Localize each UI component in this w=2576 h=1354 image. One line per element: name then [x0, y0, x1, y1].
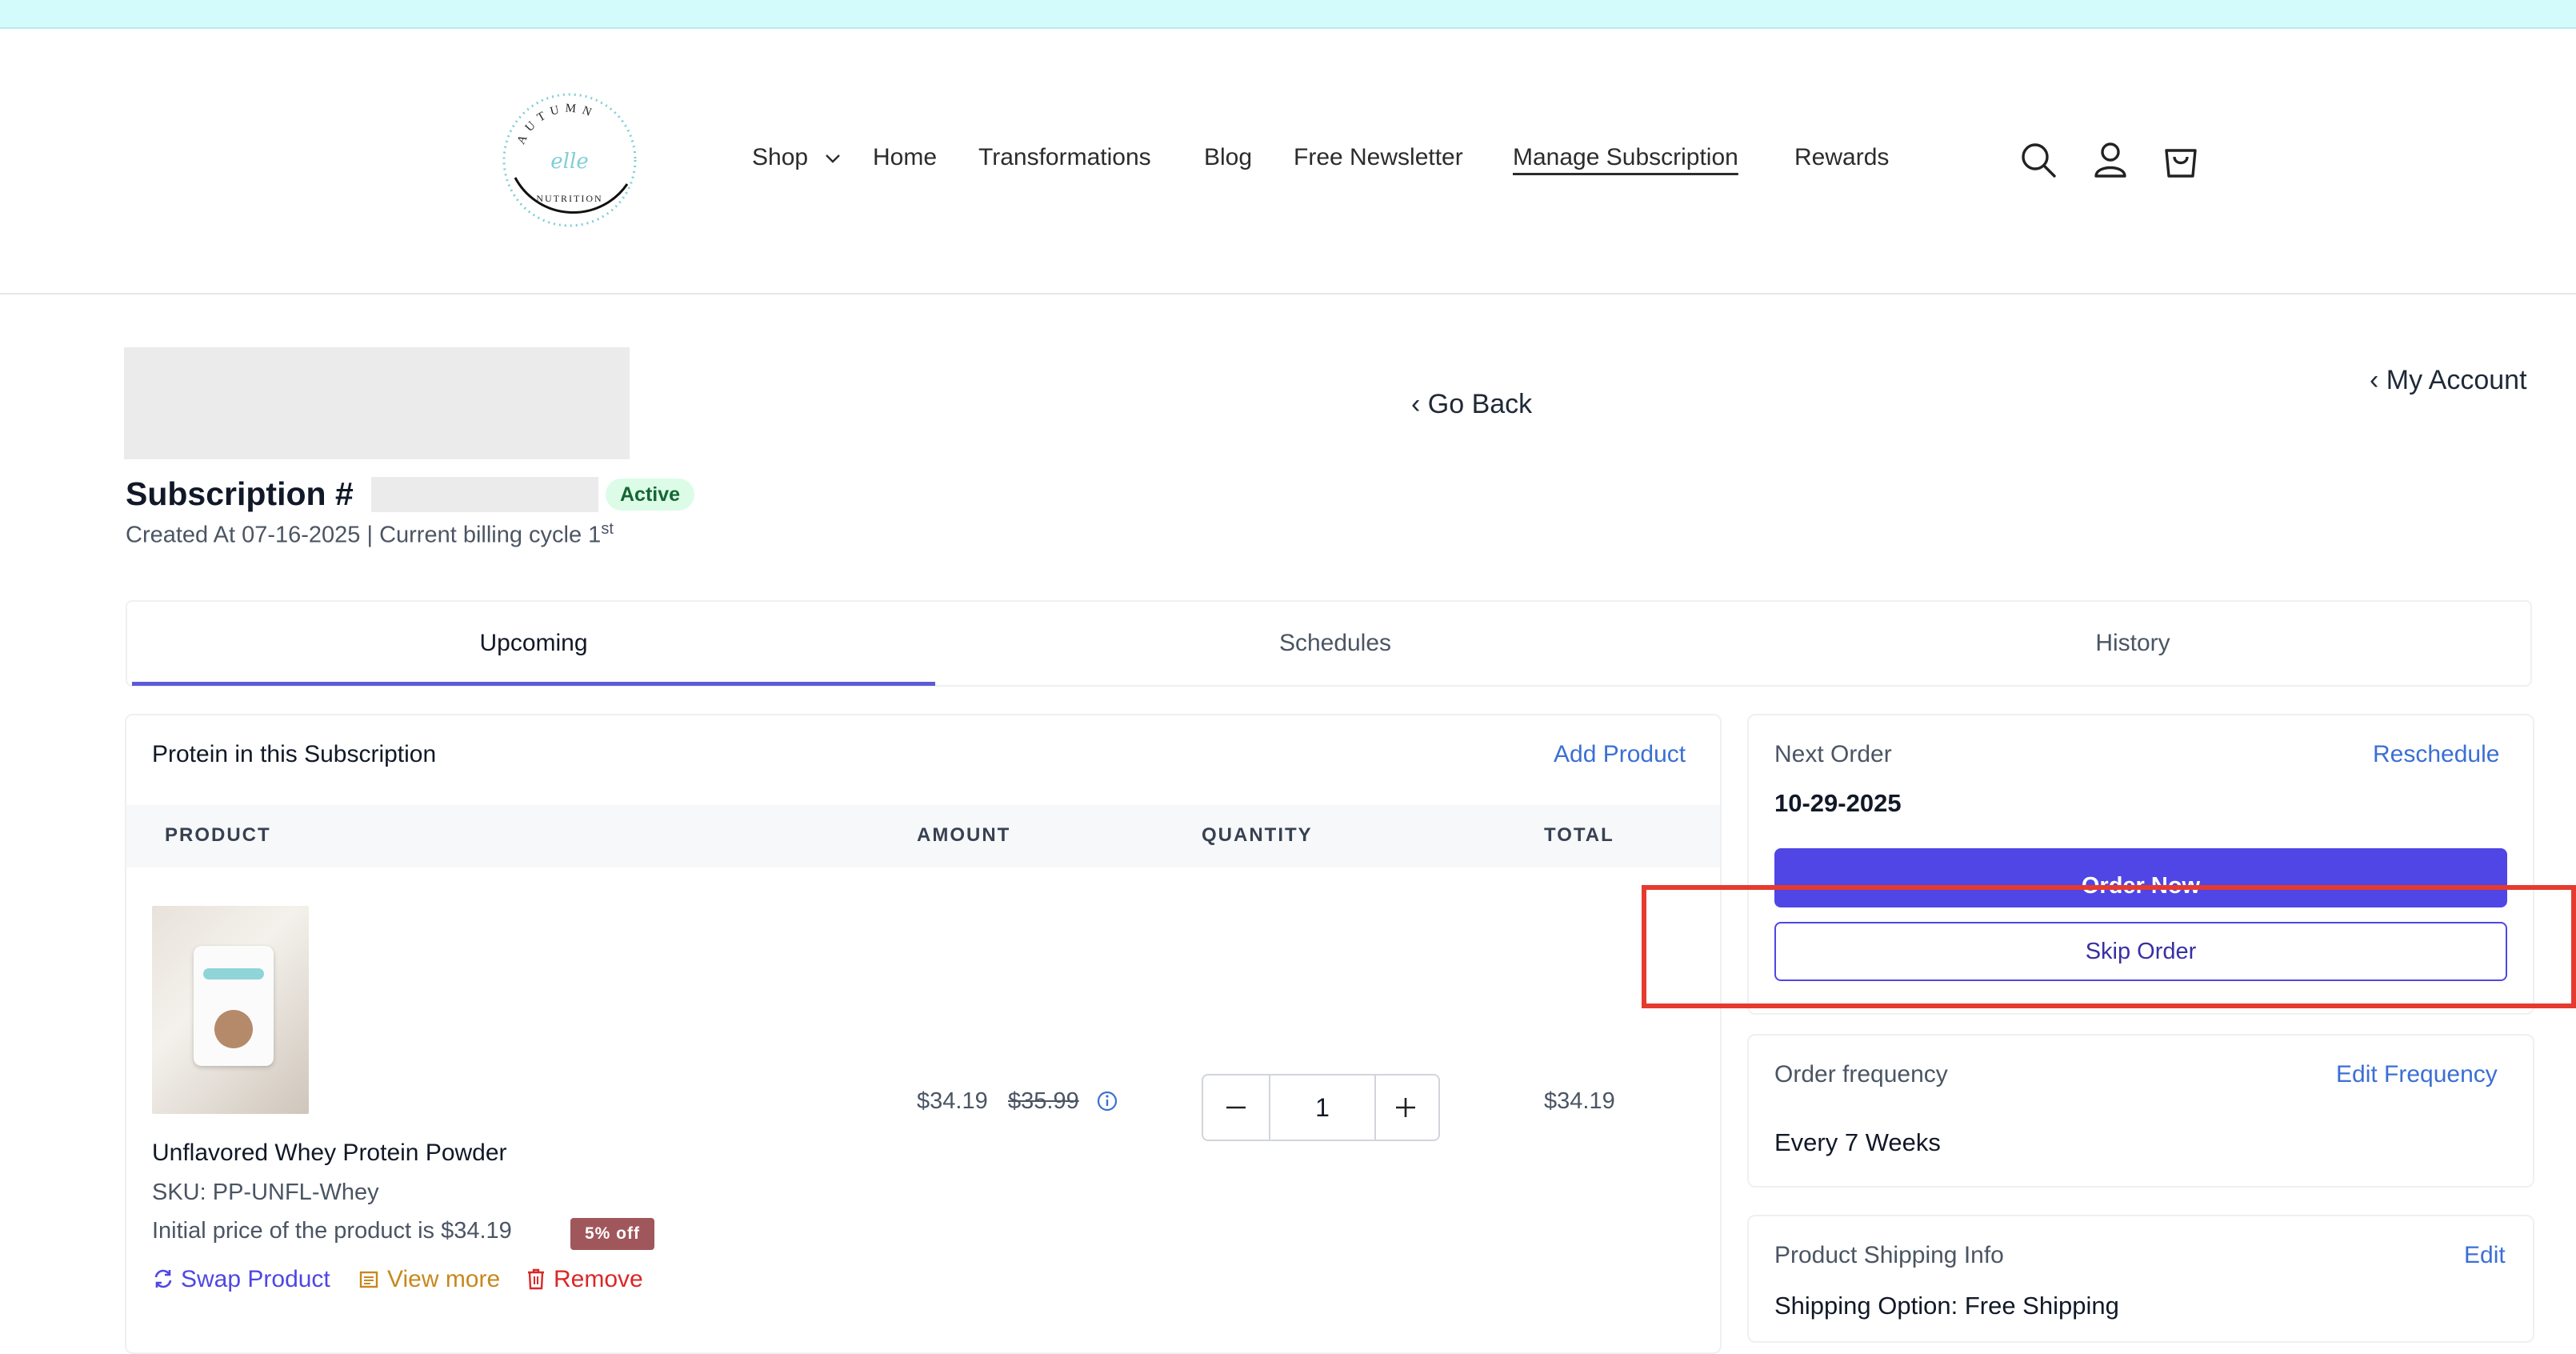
- quantity-input[interactable]: 1: [1269, 1076, 1376, 1140]
- frequency-value: Every 7 Weeks: [1774, 1128, 1941, 1156]
- minus-icon: [1226, 1106, 1246, 1109]
- trash-icon: [528, 1268, 544, 1290]
- search-button[interactable]: [2018, 139, 2059, 181]
- tab-history[interactable]: History: [1735, 602, 2530, 685]
- remove-label: Remove: [554, 1266, 643, 1292]
- go-back-link[interactable]: ‹ Go Back: [1411, 389, 1532, 420]
- tab-upcoming[interactable]: Upcoming: [132, 602, 935, 685]
- created-text: Created At 07-16-2025 | Current billing …: [126, 522, 602, 548]
- quantity-increase-button[interactable]: [1373, 1076, 1438, 1140]
- swap-product-button[interactable]: Swap Product: [152, 1266, 330, 1293]
- nav-manage-subscription[interactable]: Manage Subscription: [1513, 144, 1738, 171]
- user-icon: [2094, 142, 2126, 178]
- cart-button[interactable]: [2160, 139, 2202, 181]
- header-divider: [0, 293, 2576, 294]
- product-original-price: $35.99: [1008, 1088, 1079, 1114]
- column-quantity: QUANTITY: [1202, 824, 1313, 846]
- logo-script-text: elle: [550, 150, 588, 174]
- product-pouch: [194, 946, 274, 1066]
- quantity-stepper: 1: [1202, 1074, 1440, 1141]
- created-line: Created At 07-16-2025 | Current billing …: [126, 520, 614, 549]
- product-name: Unflavored Whey Protein Powder: [152, 1140, 507, 1166]
- active-tab-indicator: [132, 682, 935, 686]
- column-total: TOTAL: [1544, 824, 1614, 846]
- swap-product-label: Swap Product: [181, 1266, 330, 1292]
- cart-icon: [2165, 149, 2197, 178]
- announcement-bar: [0, 0, 2576, 29]
- add-product-link[interactable]: Add Product: [1554, 741, 1686, 768]
- my-account-link[interactable]: ‹ My Account: [2370, 365, 2527, 396]
- logo-bottom-text: NUTRITION: [536, 193, 602, 204]
- chevron-down-icon: [826, 154, 841, 163]
- tab-bar: Upcoming Schedules History: [126, 600, 2532, 687]
- column-product: PRODUCT: [165, 824, 271, 846]
- plus-icon: [1396, 1098, 1415, 1117]
- logo-mark: AUTUMN elle NUTRITION: [502, 93, 637, 227]
- next-order-date: 10-29-2025: [1774, 789, 1902, 817]
- shipping-card: [1747, 1215, 2534, 1343]
- nav-rewards[interactable]: Rewards: [1794, 144, 1889, 171]
- nav-blog[interactable]: Blog: [1204, 144, 1252, 171]
- document-icon: [359, 1271, 378, 1288]
- subscription-title: Subscription #: [126, 475, 354, 512]
- tab-schedules[interactable]: Schedules: [935, 602, 1735, 685]
- search-icon: [2022, 143, 2056, 178]
- product-price: $34.19: [917, 1088, 988, 1114]
- shipping-option: Shipping Option: Free Shipping: [1774, 1292, 2119, 1320]
- view-more-button[interactable]: View more: [358, 1266, 500, 1293]
- next-order-label: Next Order: [1774, 741, 1892, 767]
- edit-shipping-link[interactable]: Edit: [2464, 1242, 2506, 1269]
- status-badge: Active: [606, 479, 695, 511]
- remove-button[interactable]: Remove: [526, 1266, 643, 1293]
- nav-shop-label: Shop: [752, 144, 809, 170]
- highlight-annotation: [1642, 885, 2576, 1008]
- product-sku: SKU: PP-UNFL-Whey: [152, 1180, 379, 1205]
- info-icon: [1097, 1091, 1118, 1112]
- nav-transformations[interactable]: Transformations: [978, 144, 1151, 171]
- frequency-card: [1747, 1034, 2534, 1188]
- redacted-image-block: [124, 347, 630, 459]
- billing-suffix: st: [601, 520, 614, 538]
- reschedule-link[interactable]: Reschedule: [2373, 741, 2499, 768]
- nav-shop[interactable]: Shop: [752, 144, 842, 171]
- brand-logo[interactable]: AUTUMN elle NUTRITION: [499, 90, 640, 230]
- column-amount: AMOUNT: [917, 824, 1011, 846]
- product-image[interactable]: [152, 906, 309, 1114]
- edit-frequency-link[interactable]: Edit Frequency: [2336, 1061, 2498, 1088]
- products-card-title: Protein in this Subscription: [152, 741, 437, 767]
- price-info-button[interactable]: [1096, 1090, 1118, 1112]
- nav-home[interactable]: Home: [873, 144, 937, 171]
- frequency-label: Order frequency: [1774, 1061, 1948, 1088]
- discount-badge: 5% off: [570, 1218, 654, 1250]
- product-initial-price: Initial price of the product is $34.19: [152, 1218, 512, 1244]
- line-total: $34.19: [1544, 1088, 1615, 1114]
- nav-free-newsletter[interactable]: Free Newsletter: [1294, 144, 1463, 171]
- redacted-subscription-number: [371, 477, 598, 512]
- quantity-decrease-button[interactable]: [1203, 1076, 1269, 1140]
- view-more-label: View more: [387, 1266, 501, 1292]
- swap-icon: [154, 1269, 172, 1288]
- account-button[interactable]: [2090, 139, 2131, 181]
- shipping-label: Product Shipping Info: [1774, 1242, 2004, 1268]
